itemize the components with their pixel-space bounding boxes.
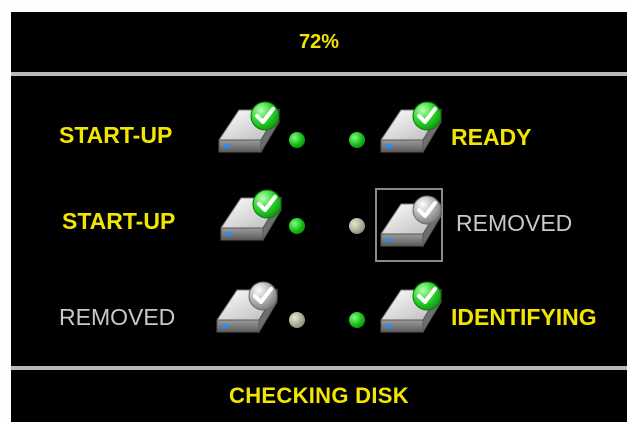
disk-slot-1-label: START-UP bbox=[59, 122, 173, 148]
hard-drive-check-icon bbox=[377, 281, 442, 340]
status-footer: CHECKING DISK bbox=[11, 370, 627, 422]
disk-status-panel: 72% START-UP READY START-UP REMOVED REMO… bbox=[11, 12, 627, 422]
top-divider bbox=[11, 72, 627, 76]
disk-slot-4-led bbox=[349, 218, 365, 234]
hard-drive-check-gray-icon bbox=[213, 281, 278, 340]
hard-drive-check-icon bbox=[217, 189, 282, 248]
disk-slot-3-icon[interactable] bbox=[217, 188, 287, 248]
disk-slot-3-label: START-UP bbox=[62, 208, 176, 234]
disk-slot-5-label: REMOVED bbox=[59, 304, 176, 330]
hard-drive-check-gray-icon bbox=[377, 195, 442, 254]
disk-slot-2-led bbox=[349, 132, 365, 148]
disk-slot-5-led bbox=[289, 312, 305, 328]
disk-slot-4-label: REMOVED bbox=[456, 210, 573, 236]
disk-slot-2-label: READY bbox=[451, 124, 532, 150]
hard-drive-check-icon bbox=[377, 101, 442, 160]
disk-slot-5-icon[interactable] bbox=[213, 280, 283, 340]
disk-slot-6-icon[interactable] bbox=[377, 280, 447, 340]
disk-slot-6-led bbox=[349, 312, 365, 328]
disk-slot-4-icon[interactable] bbox=[377, 194, 447, 254]
disk-slot-1-led bbox=[289, 132, 305, 148]
progress-header: 72% bbox=[11, 12, 627, 72]
disk-slot-1-icon[interactable] bbox=[215, 100, 285, 160]
disk-slot-2-icon[interactable] bbox=[377, 100, 447, 160]
progress-text: 72% bbox=[298, 30, 340, 53]
status-text: CHECKING DISK bbox=[229, 383, 409, 408]
hard-drive-check-icon bbox=[215, 101, 280, 160]
disk-slot-6-label: IDENTIFYING bbox=[451, 304, 597, 330]
disk-slot-3-led bbox=[289, 218, 305, 234]
